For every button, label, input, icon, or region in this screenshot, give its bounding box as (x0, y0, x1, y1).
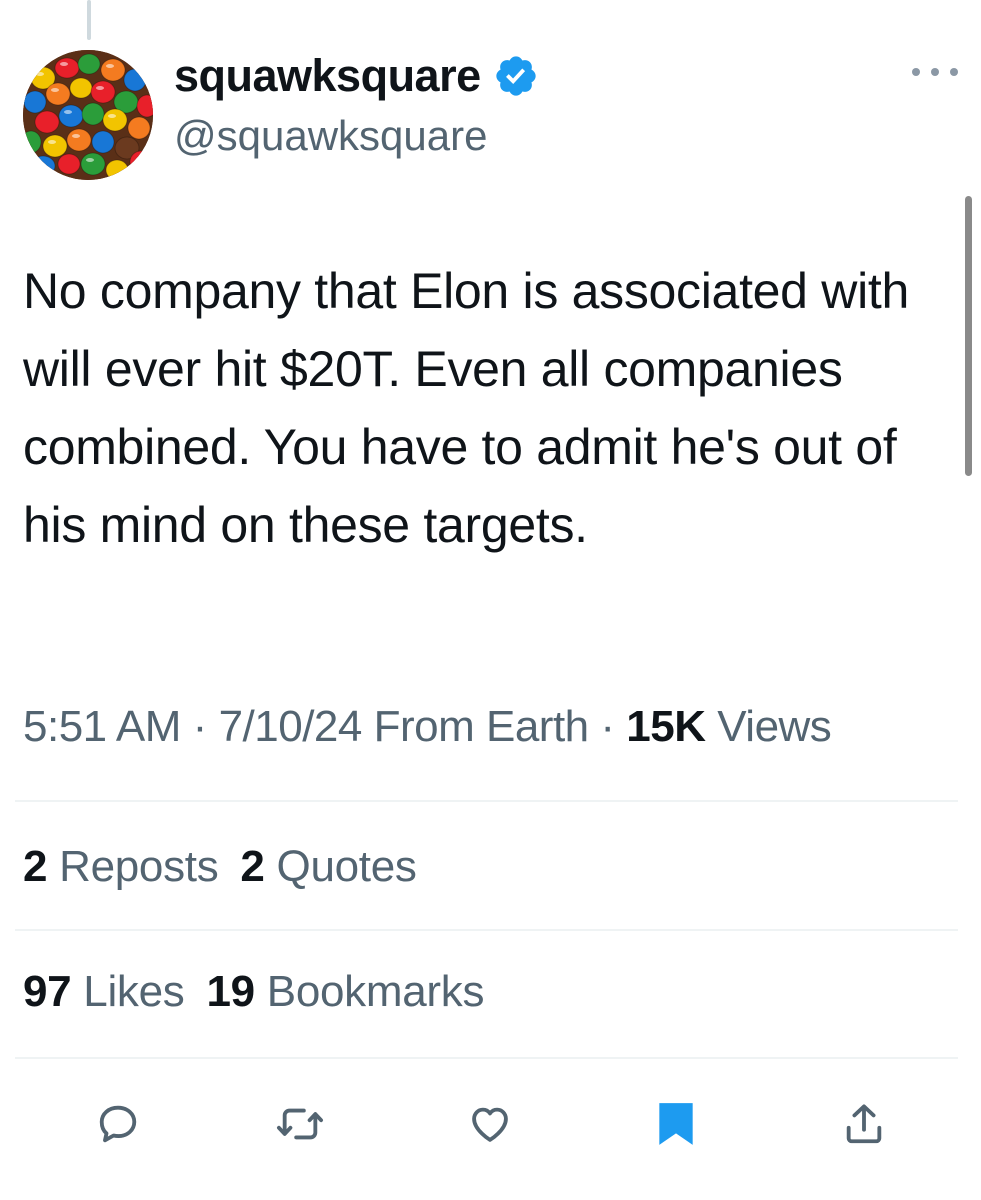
reposts-label: Reposts (59, 842, 219, 891)
divider (15, 1057, 958, 1059)
tweet-date[interactable]: 7/10/24 (219, 702, 363, 751)
divider (15, 800, 958, 802)
reposts-stat[interactable]: 2 Reposts (23, 842, 219, 891)
reposts-quotes-row: 2 Reposts 2 Quotes (23, 842, 439, 892)
reposts-count: 2 (23, 842, 48, 891)
views-label: Views (717, 702, 832, 751)
tweet-source: From Earth (373, 702, 590, 751)
share-button[interactable] (836, 1096, 892, 1152)
display-name[interactable]: squawksquare (174, 50, 481, 102)
more-options-button[interactable] (912, 60, 958, 84)
meta-separator: · (192, 702, 208, 751)
thread-connector-line (87, 0, 91, 40)
quotes-label: Quotes (276, 842, 417, 891)
retweet-icon (276, 1108, 323, 1140)
bookmark-icon (659, 1103, 693, 1145)
share-icon (846, 1104, 882, 1144)
tweet-actions-bar (0, 1096, 981, 1156)
likes-label: Likes (83, 967, 185, 1016)
likes-bookmarks-row: 97 Likes 19 Bookmarks (23, 967, 506, 1017)
quotes-count: 2 (240, 842, 265, 891)
scrollbar[interactable] (965, 196, 972, 476)
bookmarks-count: 19 (206, 967, 256, 1016)
verified-badge-icon[interactable] (493, 53, 539, 99)
quotes-stat[interactable]: 2 Quotes (240, 842, 416, 891)
avatar-image (23, 50, 153, 180)
views-count: 15K (626, 702, 706, 751)
reply-button[interactable] (90, 1096, 146, 1152)
retweet-button[interactable] (272, 1096, 328, 1152)
likes-count: 97 (23, 967, 72, 1016)
reply-icon (99, 1105, 137, 1143)
tweet-time[interactable]: 5:51 AM (23, 702, 181, 751)
like-button[interactable] (462, 1096, 518, 1152)
more-dot-icon (950, 68, 958, 76)
more-dot-icon (931, 68, 939, 76)
avatar[interactable] (23, 50, 153, 180)
tweet-meta: 5:51 AM · 7/10/24 From Earth · 15K Views (23, 702, 832, 752)
author-name-row: squawksquare (174, 50, 539, 102)
like-icon (472, 1107, 508, 1142)
more-dot-icon (912, 68, 920, 76)
tweet-text: No company that Elon is associated with … (23, 263, 909, 553)
likes-stat[interactable]: 97 Likes (23, 967, 185, 1016)
bookmarks-label: Bookmarks (266, 967, 485, 1016)
author-handle[interactable]: @squawksquare (174, 112, 487, 160)
bookmark-button[interactable] (648, 1096, 704, 1152)
divider (15, 929, 958, 931)
bookmarks-stat[interactable]: 19 Bookmarks (207, 967, 485, 1016)
meta-separator: · (600, 702, 615, 751)
